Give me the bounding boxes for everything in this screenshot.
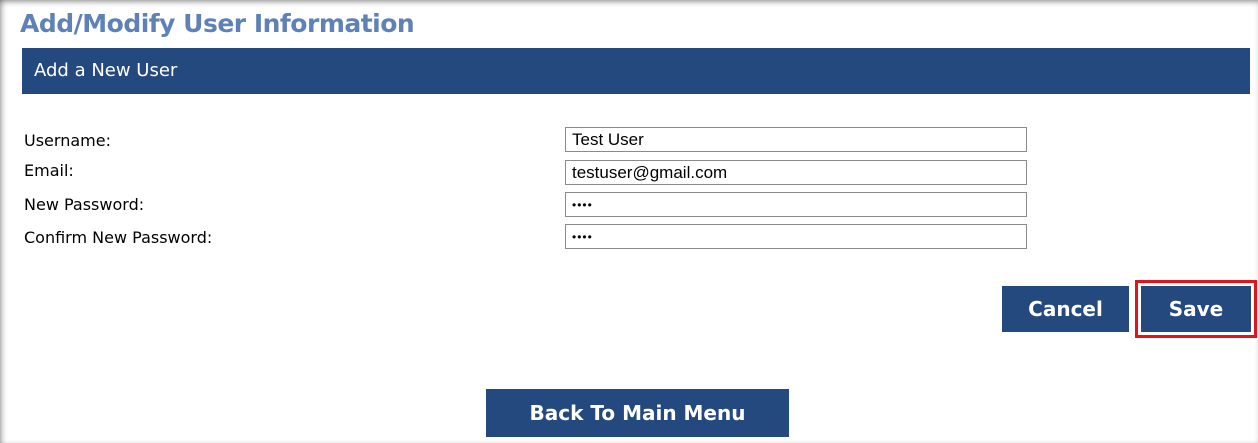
email-label: Email: <box>24 161 74 180</box>
confirm-password-field[interactable] <box>565 224 1027 249</box>
cancel-button[interactable]: Cancel <box>1002 286 1129 332</box>
back-to-main-menu-button[interactable]: Back To Main Menu <box>486 389 789 437</box>
email-field[interactable] <box>565 160 1027 185</box>
username-field[interactable] <box>565 127 1027 152</box>
section-header-bar: Add a New User <box>22 48 1250 94</box>
new-password-field[interactable] <box>565 192 1027 217</box>
new-password-label: New Password: <box>24 195 145 214</box>
page-frame: Add/Modify User Information Add a New Us… <box>0 0 1258 443</box>
username-label: Username: <box>24 131 111 150</box>
confirm-password-label: Confirm New Password: <box>24 228 213 247</box>
page-title: Add/Modify User Information <box>20 9 415 38</box>
section-header-title: Add a New User <box>34 60 178 81</box>
save-button[interactable]: Save <box>1141 286 1251 332</box>
